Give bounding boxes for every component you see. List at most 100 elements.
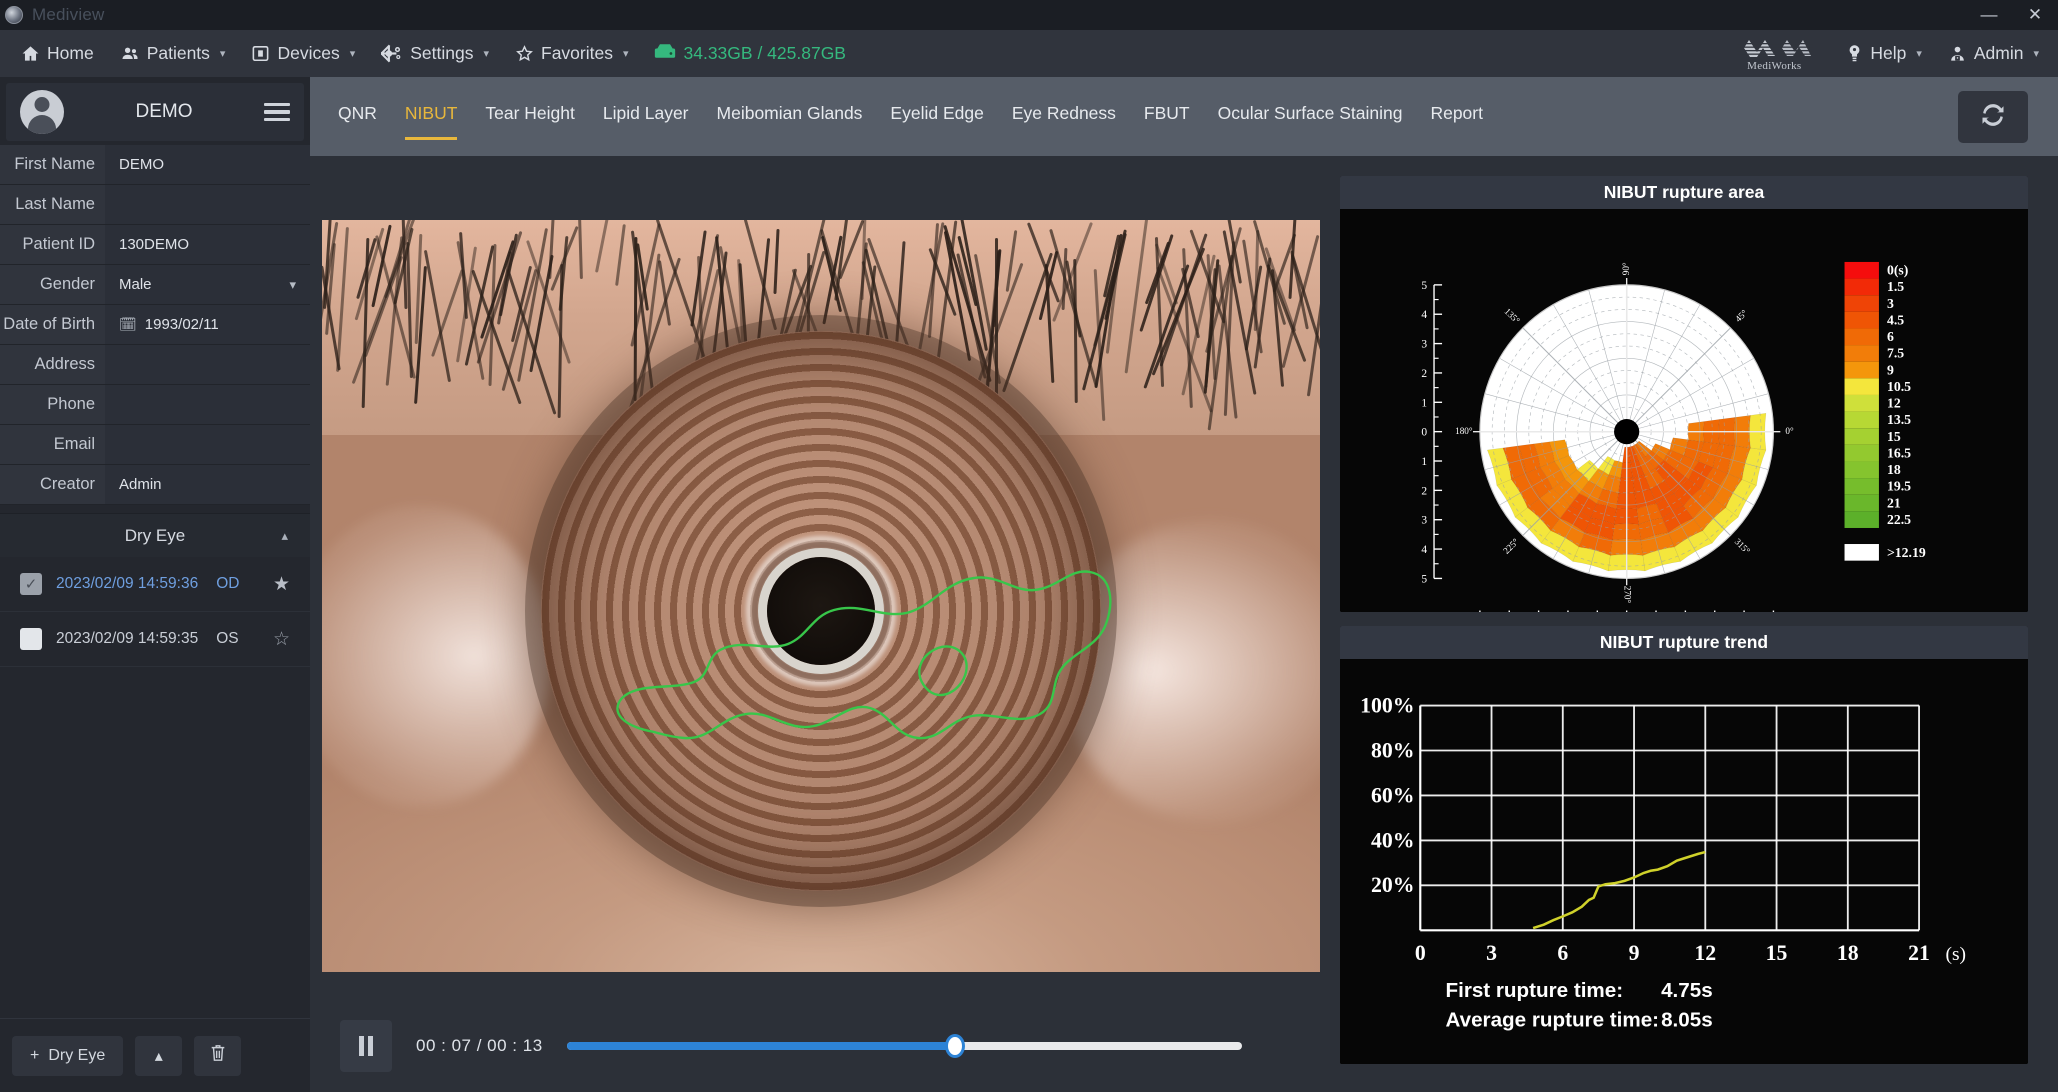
svg-text:1: 1 [1421, 397, 1427, 409]
gender-select[interactable]: Male ▾ [105, 265, 310, 304]
svg-text:First rupture time:: First rupture time: [1445, 979, 1623, 1002]
eye-video-frame[interactable] [322, 220, 1320, 972]
module-tab-bar: QNR NIBUT Tear Height Lipid Layer Meibom… [310, 77, 2058, 156]
tab-report[interactable]: Report [1416, 77, 1497, 156]
menu-item-home[interactable]: Home [8, 30, 107, 77]
pause-icon[interactable] [340, 1020, 392, 1072]
menu-label-help: Help [1870, 43, 1906, 64]
app-title: Mediview [32, 5, 104, 25]
exam-checkbox[interactable] [20, 628, 42, 650]
nibut-trend-chart: 0 3 6 9 12 15 18 21 (s) 20% 40% 60% 80% 100% First rup… [1340, 659, 2028, 1064]
list-item[interactable]: ✓ 2023/02/09 14:59:36 OD ★ [0, 557, 310, 612]
first-name-input[interactable]: DEMO [105, 145, 310, 184]
refresh-button[interactable] [1958, 91, 2028, 143]
svg-text:22.5: 22.5 [1887, 512, 1911, 527]
sidebar-menu-button[interactable] [264, 103, 290, 122]
last-name-input[interactable] [105, 185, 310, 224]
home-icon [21, 44, 40, 63]
panel-title: NIBUT rupture trend [1340, 626, 2028, 659]
star-icon[interactable]: ★ [273, 573, 290, 596]
plus-icon: + [30, 1047, 39, 1065]
tab-ocular-surface-staining[interactable]: Ocular Surface Staining [1204, 77, 1417, 156]
menu-item-favorites[interactable]: Favorites ▾ [502, 30, 642, 77]
patient-name: DEMO [78, 101, 250, 123]
svg-text:5: 5 [1421, 280, 1427, 292]
minimize-button[interactable]: — [1966, 0, 2012, 30]
date-of-birth-input[interactable]: 🗓 1993/02/11 [105, 305, 310, 344]
mediworks-wordmark: MediWorks [1747, 60, 1801, 72]
menu-item-settings[interactable]: Settings ▾ [368, 30, 502, 77]
field-label: Last Name [0, 185, 105, 224]
patient-header: DEMO [6, 83, 304, 141]
move-up-button[interactable]: ▴ [135, 1036, 182, 1076]
devices-icon [251, 44, 270, 63]
field-label: First Name [0, 145, 105, 184]
svg-text:15: 15 [1887, 429, 1901, 444]
svg-text:0°: 0° [1785, 426, 1794, 436]
menu-item-help[interactable]: Help ▾ [1833, 30, 1935, 77]
address-input[interactable] [105, 345, 310, 384]
svg-text:12: 12 [1694, 941, 1716, 965]
exam-group-header[interactable]: Dry Eye ▴ [0, 513, 310, 557]
menu-label-settings: Settings [410, 43, 473, 64]
delete-button[interactable] [194, 1036, 241, 1076]
exam-checkbox[interactable]: ✓ [20, 573, 42, 595]
tab-eye-redness[interactable]: Eye Redness [998, 77, 1130, 156]
svg-text:4: 4 [1421, 309, 1427, 321]
star-icon[interactable]: ☆ [273, 628, 290, 651]
chevron-up-icon[interactable]: ▴ [281, 528, 288, 544]
tab-meibomian-glands[interactable]: Meibomian Glands [703, 77, 877, 156]
polar-chart-body: 0°45°90°135°180°225°270°315°543210123455… [1340, 209, 2028, 612]
svg-text:4: 4 [1421, 544, 1427, 556]
panel-title: NIBUT rupture area [1340, 176, 2028, 209]
menu-item-devices[interactable]: Devices ▾ [238, 30, 368, 77]
tab-eyelid-edge[interactable]: Eyelid Edge [876, 77, 997, 156]
exam-eye: OD [216, 575, 239, 593]
svg-text:21: 21 [1887, 495, 1901, 510]
svg-text:135°: 135° [1502, 306, 1522, 326]
svg-text:4.5: 4.5 [1887, 312, 1904, 327]
svg-text:1.5: 1.5 [1887, 279, 1904, 294]
close-button[interactable]: ✕ [2012, 0, 2058, 30]
menu-item-admin[interactable]: Admin ▾ [1935, 30, 2052, 77]
exam-date: 2023/02/09 14:59:36 [56, 575, 198, 593]
svg-text:40%: 40% [1371, 828, 1415, 852]
add-dry-eye-label: Dry Eye [48, 1047, 105, 1065]
field-label: Phone [0, 385, 105, 424]
patient-id-input[interactable]: 130DEMO [105, 225, 310, 264]
svg-text:18: 18 [1837, 941, 1859, 965]
svg-text:5: 5 [1421, 573, 1427, 585]
tab-nibut[interactable]: NIBUT [391, 77, 472, 156]
calendar-icon: 🗓 [119, 316, 137, 333]
svg-text:18: 18 [1887, 462, 1901, 477]
email-input[interactable] [105, 425, 310, 464]
chevron-down-icon: ▾ [350, 47, 356, 60]
svg-text:13.5: 13.5 [1887, 412, 1911, 427]
menu-label-favorites: Favorites [541, 43, 613, 64]
list-item[interactable]: 2023/02/09 14:59:35 OS ☆ [0, 612, 310, 667]
phone-input[interactable] [105, 385, 310, 424]
svg-text:2: 2 [1421, 368, 1427, 380]
field-row-address: Address [0, 345, 310, 385]
tab-qnr[interactable]: QNR [324, 77, 391, 156]
tab-lipid-layer[interactable]: Lipid Layer [589, 77, 703, 156]
tab-tear-height[interactable]: Tear Height [471, 77, 589, 156]
content-area: 00 : 07 / 00 : 13 NIBUT rupture area 0° 4… [310, 156, 2058, 1092]
svg-text:2: 2 [1421, 485, 1427, 497]
chevron-down-icon: ▾ [1916, 47, 1922, 60]
svg-text:9: 9 [1887, 362, 1894, 377]
add-dry-eye-button[interactable]: + Dry Eye [12, 1036, 123, 1076]
svg-text:>12.19: >12.19 [1887, 545, 1926, 560]
playback-slider-knob[interactable] [945, 1034, 965, 1058]
tab-fbut[interactable]: FBUT [1130, 77, 1204, 156]
svg-text:6: 6 [1887, 329, 1894, 344]
svg-text:Average rupture time:: Average rupture time: [1445, 1009, 1659, 1032]
playback-slider[interactable] [567, 1042, 1242, 1050]
avatar [20, 90, 64, 134]
playback-progress-fill [567, 1042, 955, 1050]
menu-item-patients[interactable]: Patients ▾ [107, 30, 239, 77]
svg-text:180°: 180° [1455, 426, 1473, 436]
caret-up-icon: ▴ [155, 1046, 163, 1066]
field-value-text: 1993/02/11 [145, 316, 219, 333]
video-container [310, 156, 1332, 1000]
